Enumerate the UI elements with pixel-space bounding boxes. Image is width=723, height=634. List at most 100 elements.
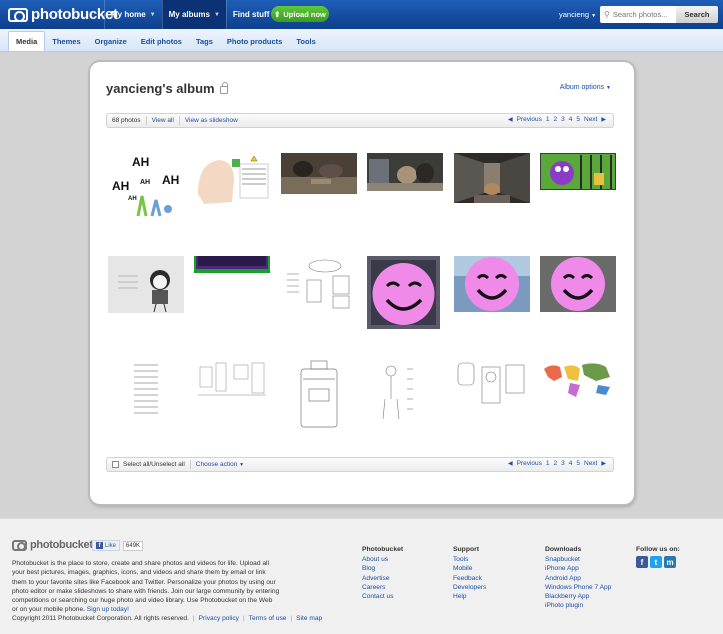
next-link[interactable]: Next [584, 116, 597, 123]
footer-description: Photobucket is the place to store, creat… [12, 559, 280, 615]
page-link[interactable]: 4 [569, 460, 573, 467]
chevron-down-icon[interactable]: ▼ [150, 12, 156, 18]
column-title: Follow us on: [636, 546, 680, 553]
photo-thumbnail-head-with-note[interactable] [194, 154, 270, 206]
photo-thumbnail-green-frame[interactable] [194, 256, 270, 273]
choose-action-menu[interactable]: Choose action ▼ [196, 461, 244, 468]
user-menu[interactable]: yancieng ▼ [559, 10, 596, 19]
photo-thumbnail-suitcase-sketch[interactable] [281, 359, 357, 432]
site-map-link[interactable]: Site map [296, 615, 322, 622]
facebook-like-button[interactable]: f Like [92, 540, 121, 551]
previous-link[interactable]: Previous [517, 116, 542, 123]
photo-thumbnail-world-map-sketch[interactable] [540, 359, 616, 401]
column-title: Downloads [545, 546, 582, 553]
view-slideshow-link[interactable]: View as slideshow [185, 117, 238, 124]
footer-link[interactable]: iPhoto plugin [545, 601, 611, 610]
footer-link[interactable]: Help [453, 592, 486, 601]
tab-photo-products[interactable]: Photo products [220, 31, 289, 51]
photobucket-logo[interactable]: photobucket [8, 6, 118, 23]
footer-link[interactable]: Feedback [453, 574, 486, 583]
upload-now-button[interactable]: ⬆ Upload now [271, 6, 329, 22]
footer-link[interactable]: Mobile [453, 564, 486, 573]
page-link[interactable]: 5 [576, 116, 580, 123]
facebook-icon[interactable]: f [636, 556, 648, 568]
search-button[interactable]: Search [676, 6, 718, 23]
nav-my-albums[interactable]: My albums ▼ [161, 0, 226, 29]
footer-link[interactable]: Blog [362, 564, 403, 573]
social-icons: f t m [636, 556, 680, 568]
photo-thumbnail-figure-sketch[interactable] [367, 359, 443, 431]
photo-thumbnail-workshop-photo[interactable] [281, 153, 357, 194]
tab-organize[interactable]: Organize [88, 31, 134, 51]
tab-tags[interactable]: Tags [189, 31, 220, 51]
page-link[interactable]: 1 [546, 116, 550, 123]
next-arrow-icon[interactable]: ▶ [601, 116, 606, 123]
page-link[interactable]: 4 [569, 116, 573, 123]
nav-my-home[interactable]: My home ▼ [104, 0, 162, 29]
photo-thumbnail-text-sketch[interactable] [108, 359, 184, 417]
footer-link[interactable]: Blackberry App [545, 592, 611, 601]
album-card: yancieng's album Album options ▼ 68 phot… [90, 62, 634, 504]
photo-thumbnail-smiley-face-2[interactable] [454, 256, 530, 312]
twitter-icon[interactable]: t [650, 556, 662, 568]
svg-text:AH: AH [128, 196, 137, 202]
photo-thumbnail-construction-photo[interactable] [454, 153, 530, 203]
svg-text:AH: AH [132, 155, 149, 169]
previous-arrow-icon[interactable]: ◀ [508, 460, 513, 467]
tab-edit-photos[interactable]: Edit photos [134, 31, 189, 51]
photo-thumbnail-dog-photo[interactable] [367, 153, 443, 191]
footer-link[interactable]: Android App [545, 574, 611, 583]
photo-thumbnail-machine-sketch[interactable] [454, 359, 530, 411]
photo-thumbnail-note-sketch[interactable] [281, 256, 357, 312]
myspace-icon[interactable]: m [664, 556, 676, 568]
page-link[interactable]: 2 [554, 460, 558, 467]
column-title: Photobucket [362, 546, 404, 553]
photo-thumbnail-girl-sketch[interactable] [108, 256, 184, 313]
next-arrow-icon[interactable]: ▶ [601, 460, 606, 467]
select-all-checkbox[interactable] [112, 461, 119, 468]
album-options-label: Album options [559, 84, 605, 91]
photo-thumbnail-purple-monster[interactable] [540, 153, 616, 190]
photo-thumbnail-smiley-face-1[interactable] [367, 256, 440, 329]
upload-label: Upload now [283, 9, 326, 19]
view-all-link[interactable]: View all [152, 117, 174, 124]
terms-of-use-link[interactable]: Terms of use [249, 615, 287, 622]
footer-brand: photobucket [30, 539, 93, 551]
page-link[interactable]: 2 [554, 116, 558, 123]
pager-bottom: ◀ Previous 1 2 3 4 5 Next ▶ [508, 460, 606, 467]
album-title: yancieng's album [106, 81, 228, 96]
next-link[interactable]: Next [584, 460, 597, 467]
privacy-policy-link[interactable]: Privacy policy [199, 615, 239, 622]
select-all-label[interactable]: Select all/Unselect all [123, 461, 185, 468]
footer-link[interactable]: Tools [453, 555, 486, 564]
chevron-down-icon[interactable]: ▼ [214, 12, 220, 18]
tab-media[interactable]: Media [8, 31, 46, 51]
search-input[interactable] [612, 10, 675, 19]
page-link[interactable]: 1 [546, 460, 550, 467]
footer-link[interactable]: Advertise [362, 574, 403, 583]
chevron-down-icon: ▼ [239, 462, 245, 468]
page-link[interactable]: 3 [561, 116, 565, 123]
album-options-menu[interactable]: Album options ▼ [560, 84, 611, 91]
footer-logo[interactable]: photobucket [12, 539, 93, 551]
footer-link[interactable]: Developers [453, 583, 486, 592]
sign-up-link[interactable]: Sign up today! [87, 606, 129, 613]
previous-arrow-icon[interactable]: ◀ [508, 116, 513, 123]
photo-thumbnail-smiley-face-3[interactable] [540, 256, 616, 312]
footer-link[interactable]: Windows Phone 7 App [545, 583, 611, 592]
photo-thumbnail-ah-cartoon[interactable]: AH AH AH AH AH [108, 154, 184, 220]
page-link[interactable]: 5 [576, 460, 580, 467]
page-link[interactable]: 3 [561, 460, 565, 467]
footer-link[interactable]: iPhone App [545, 564, 611, 573]
footer-link[interactable]: About us [362, 555, 403, 564]
tab-themes[interactable]: Themes [45, 31, 87, 51]
footer-link[interactable]: Contact us [362, 592, 403, 601]
divider [189, 460, 191, 469]
photo-thumbnail-room-sketch[interactable] [194, 359, 270, 401]
like-label: Like [105, 542, 117, 549]
tab-tools[interactable]: Tools [289, 31, 322, 51]
previous-link[interactable]: Previous [517, 460, 542, 467]
footer-link[interactable]: Careers [362, 583, 403, 592]
nav-find-stuff-label: Find stuff [232, 10, 270, 19]
footer-link[interactable]: Snapbucket [545, 555, 611, 564]
